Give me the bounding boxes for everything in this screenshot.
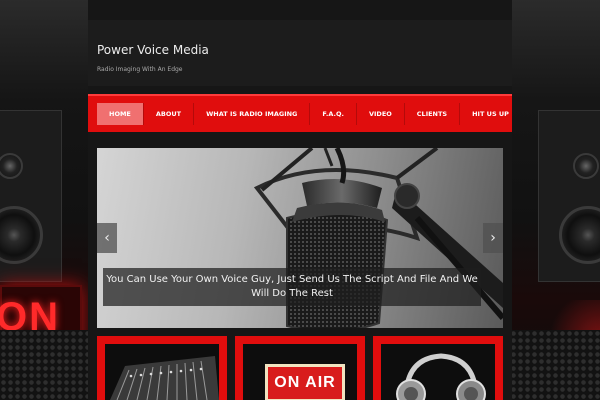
slider-caption: You Can Use Your Own Voice Guy, Just Sen… bbox=[103, 268, 481, 306]
slider-prev-button[interactable]: ‹ bbox=[97, 223, 117, 253]
hero-slider[interactable]: ‹ › You Can Use Your Own Voice Guy, Just… bbox=[97, 148, 503, 328]
chevron-right-icon: › bbox=[490, 230, 496, 246]
tile-on-air[interactable]: ON AIR bbox=[235, 336, 365, 400]
slider-next-button[interactable]: › bbox=[483, 223, 503, 253]
speaker-right bbox=[538, 110, 600, 282]
right-background-decor bbox=[510, 0, 600, 400]
main-column: Power Voice Media Radio Imaging With An … bbox=[88, 0, 512, 400]
tweeter-icon bbox=[573, 153, 599, 179]
on-air-sign: ON AIR bbox=[265, 364, 345, 400]
nav-item-video[interactable]: VIDEO bbox=[357, 103, 405, 125]
nav-list: HOME ABOUT WHAT IS RADIO IMAGING F.A.Q. VIDE… bbox=[97, 103, 521, 125]
woofer-icon bbox=[559, 206, 600, 264]
site-header: Power Voice Media Radio Imaging With An … bbox=[88, 20, 512, 86]
mixing-console-image bbox=[110, 356, 219, 400]
nav-item-what-is-radio-imaging[interactable]: WHAT IS RADIO IMAGING bbox=[194, 103, 311, 125]
speaker-grill-left bbox=[0, 330, 90, 400]
nav-item-home[interactable]: HOME bbox=[97, 103, 144, 125]
chevron-left-icon: ‹ bbox=[104, 230, 110, 246]
main-navigation: HOME ABOUT WHAT IS RADIO IMAGING F.A.Q. VIDE… bbox=[88, 94, 512, 132]
woofer-icon bbox=[0, 206, 43, 264]
speaker-left bbox=[0, 110, 62, 282]
left-background-decor: ON AIR bbox=[0, 0, 90, 400]
tweeter-icon bbox=[0, 153, 23, 179]
tile-mixing-console[interactable] bbox=[97, 336, 227, 400]
nav-item-f-a-q[interactable]: F.A.Q. bbox=[310, 103, 357, 125]
site-tagline: Radio Imaging With An Edge bbox=[97, 66, 183, 73]
nav-item-about[interactable]: ABOUT bbox=[144, 103, 195, 125]
nav-item-hit-us-up[interactable]: HIT US UP bbox=[460, 103, 521, 125]
nav-item-clients[interactable]: CLIENTS bbox=[405, 103, 461, 125]
tile-headphones[interactable] bbox=[373, 336, 503, 400]
speaker-grill-right bbox=[510, 330, 600, 400]
feature-tiles: ON AIR bbox=[97, 336, 503, 400]
headphones-icon bbox=[396, 353, 486, 400]
site-title[interactable]: Power Voice Media bbox=[97, 43, 209, 57]
